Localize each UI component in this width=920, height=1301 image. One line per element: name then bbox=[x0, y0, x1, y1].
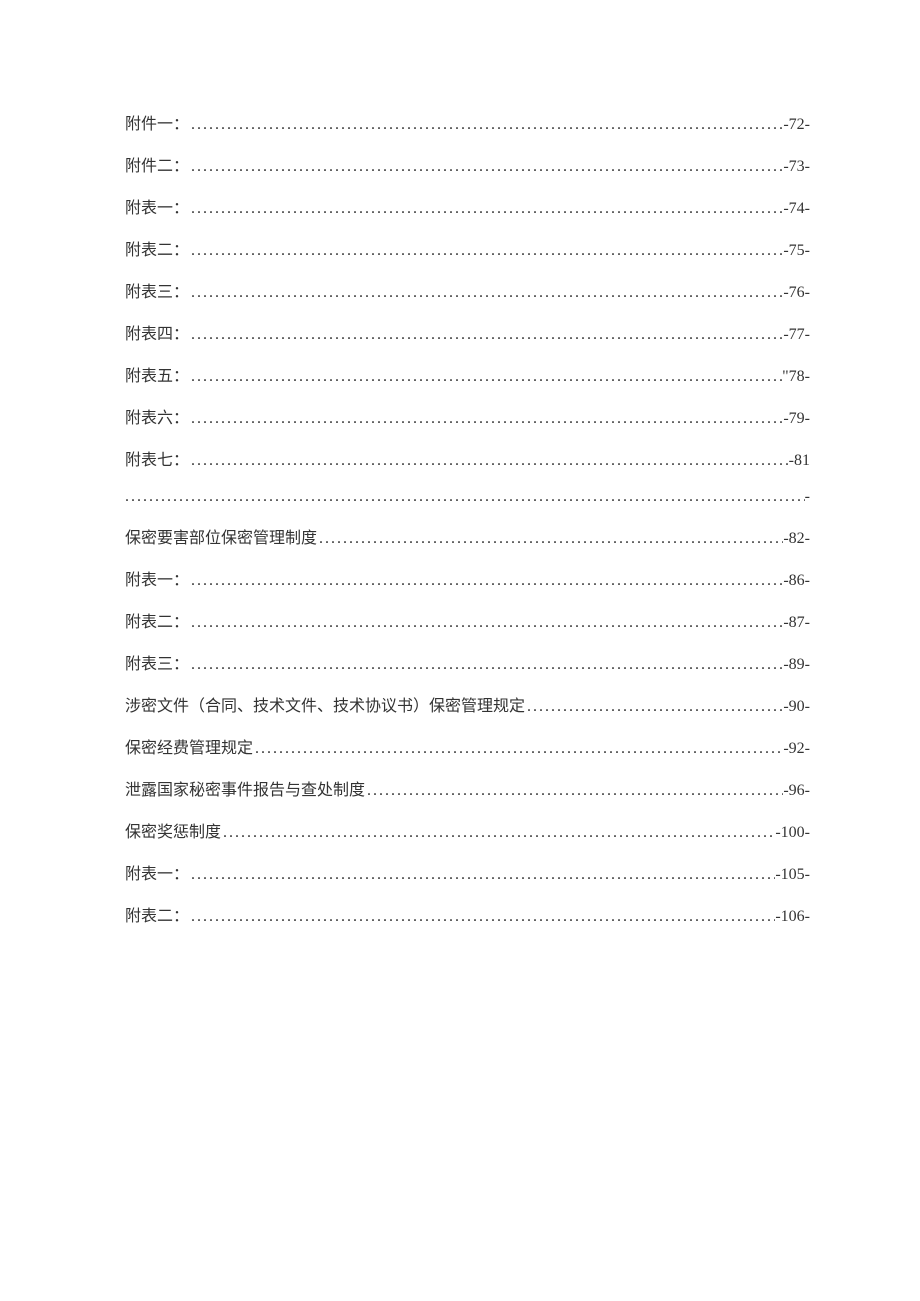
toc-entry-label: 附表五： bbox=[125, 362, 189, 386]
toc-leader-dots bbox=[189, 572, 783, 590]
toc-leader-dots bbox=[525, 698, 783, 716]
toc-entry-page: -90- bbox=[783, 698, 810, 716]
toc-entry-page: "78- bbox=[782, 368, 810, 386]
toc-entry-label: 附表一： bbox=[125, 194, 189, 218]
toc-entry-label: 保密经费管理规定 bbox=[125, 734, 253, 758]
toc-entry-page: -79- bbox=[783, 410, 810, 428]
toc-entry-label: 附表六： bbox=[125, 404, 189, 428]
toc-leader-dots bbox=[189, 452, 789, 470]
toc-leader-dots bbox=[189, 284, 783, 302]
toc-entry-page: -87- bbox=[783, 614, 810, 632]
toc-entry: 附件一： -72- bbox=[125, 110, 810, 134]
toc-entry-label: 附表二： bbox=[125, 236, 189, 260]
toc-entry-page: -81 bbox=[789, 452, 810, 470]
toc-leader-dots bbox=[189, 614, 783, 632]
toc-entry-page: -76- bbox=[783, 284, 810, 302]
toc-entry: 附表三： -89- bbox=[125, 650, 810, 674]
toc-entry-page: -73- bbox=[783, 158, 810, 176]
toc-entry: 涉密文件（合同、技术文件、技术协议书）保密管理规定 -90- bbox=[125, 692, 810, 716]
toc-entry-label: 附表二： bbox=[125, 902, 189, 926]
toc-leader-dots bbox=[189, 656, 783, 674]
toc-entry-label: 保密奖惩制度 bbox=[125, 818, 221, 842]
toc-entry: 保密经费管理规定 -92- bbox=[125, 734, 810, 758]
toc-entry-page: -105- bbox=[775, 866, 810, 884]
toc-leader-dots bbox=[189, 368, 782, 386]
toc-entry-page: -89- bbox=[783, 656, 810, 674]
toc-entry-label: 附件一： bbox=[125, 110, 189, 134]
toc-leader-dots bbox=[365, 782, 783, 800]
toc-leader-dots bbox=[189, 116, 783, 134]
toc-entry: 附表五： "78- bbox=[125, 362, 810, 386]
toc-entry-label: 附件二： bbox=[125, 152, 189, 176]
toc-entry: 附表四： -77- bbox=[125, 320, 810, 344]
toc-entry: 泄露国家秘密事件报告与查处制度 -96- bbox=[125, 776, 810, 800]
toc-leader-dots bbox=[221, 824, 775, 842]
toc-entry-page: -86- bbox=[783, 572, 810, 590]
toc-entry-continuation: - bbox=[125, 488, 810, 506]
toc-entry-label: 附表一： bbox=[125, 860, 189, 884]
toc-entry-page: -106- bbox=[775, 908, 810, 926]
toc-entry-page: -96- bbox=[783, 782, 810, 800]
toc-entry: 附表二： -87- bbox=[125, 608, 810, 632]
toc-leader-dots bbox=[317, 530, 783, 548]
toc-entry: 附表一： -105- bbox=[125, 860, 810, 884]
toc-leader-dots bbox=[189, 410, 783, 428]
table-of-contents: 附件一： -72- 附件二： -73- 附表一： -74- 附表二： -75- 附表三： -76-… bbox=[125, 110, 810, 926]
toc-entry-page: -77- bbox=[783, 326, 810, 344]
toc-leader-dots bbox=[189, 866, 775, 884]
toc-entry-label: 保密要害部位保密管理制度 bbox=[125, 524, 317, 548]
toc-entry-label: 附表七： bbox=[125, 446, 189, 470]
toc-leader-dots bbox=[189, 158, 783, 176]
toc-leader-dots bbox=[253, 740, 783, 758]
toc-entry-page: -74- bbox=[783, 200, 810, 218]
toc-entry-label: 附表三： bbox=[125, 650, 189, 674]
toc-leader-dots bbox=[125, 488, 805, 506]
toc-leader-dots bbox=[189, 908, 775, 926]
toc-entry-page: -72- bbox=[783, 116, 810, 134]
toc-leader-dots bbox=[189, 242, 783, 260]
toc-entry-label: 附表四： bbox=[125, 320, 189, 344]
toc-entry: 附件二： -73- bbox=[125, 152, 810, 176]
toc-entry-label: 附表三： bbox=[125, 278, 189, 302]
toc-leader-dots bbox=[189, 326, 783, 344]
toc-entry: 附表一： -86- bbox=[125, 566, 810, 590]
toc-entry: 附表一： -74- bbox=[125, 194, 810, 218]
toc-entry-page: -82- bbox=[783, 530, 810, 548]
toc-entry-label: 涉密文件（合同、技术文件、技术协议书）保密管理规定 bbox=[125, 692, 525, 716]
toc-entry-label: 附表一： bbox=[125, 566, 189, 590]
toc-entry-page: -75- bbox=[783, 242, 810, 260]
toc-entry: 附表二： -75- bbox=[125, 236, 810, 260]
toc-entry: 保密奖惩制度 -100- bbox=[125, 818, 810, 842]
toc-entry-label: 附表二： bbox=[125, 608, 189, 632]
toc-entry: 附表三： -76- bbox=[125, 278, 810, 302]
toc-entry-label: 泄露国家秘密事件报告与查处制度 bbox=[125, 776, 365, 800]
toc-entry: 附表二： -106- bbox=[125, 902, 810, 926]
toc-entry-continuation-tail: - bbox=[805, 488, 810, 506]
toc-entry-page: -92- bbox=[783, 740, 810, 758]
toc-entry-page: -100- bbox=[775, 824, 810, 842]
toc-entry: 保密要害部位保密管理制度 -82- bbox=[125, 524, 810, 548]
toc-entry: 附表六： -79- bbox=[125, 404, 810, 428]
toc-entry: 附表七： -81 bbox=[125, 446, 810, 470]
toc-leader-dots bbox=[189, 200, 783, 218]
